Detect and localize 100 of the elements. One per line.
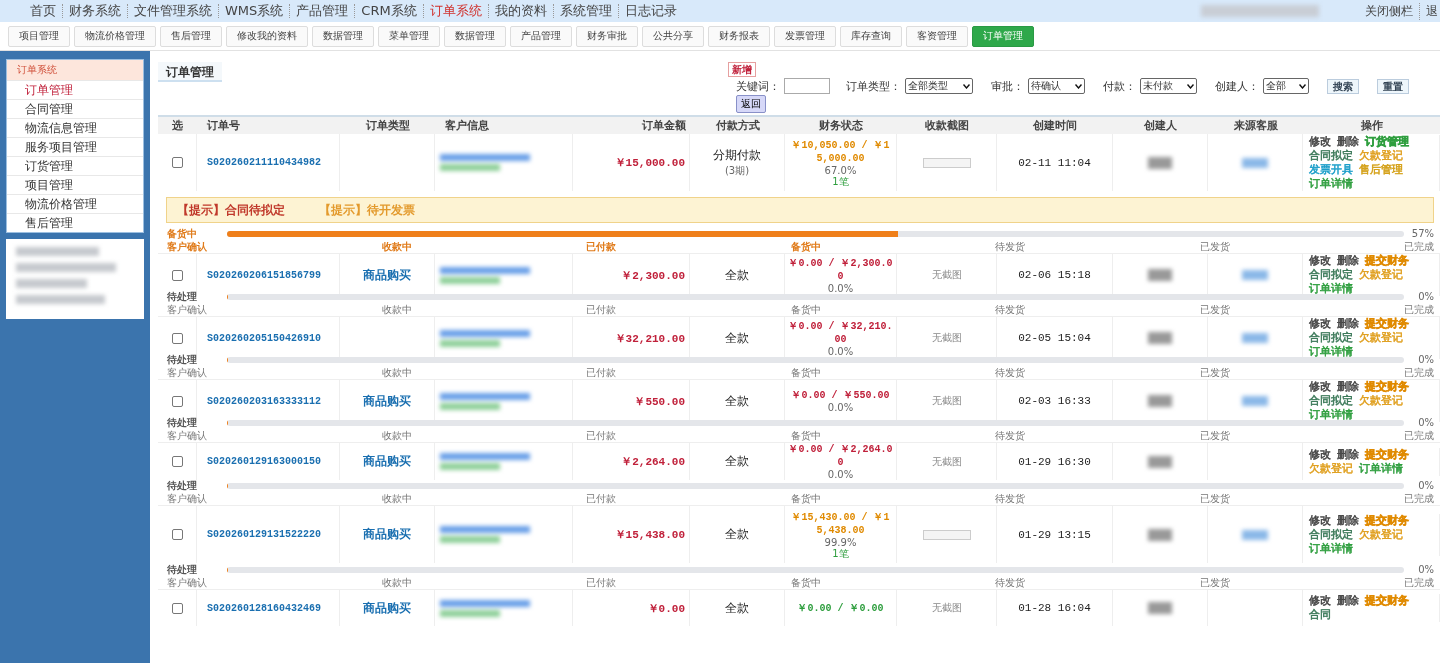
toolbar-button[interactable]: 修改我的资料 [226,25,308,47]
order-type: 商品购买 [363,266,411,284]
action-link[interactable]: 修改 [1309,513,1331,528]
action-link[interactable]: 订单详情 [1309,282,1353,296]
toolbar-button[interactable]: 客资管理 [906,25,968,47]
action-link[interactable]: 修改 [1309,594,1331,608]
caret-icon[interactable] [1075,83,1082,89]
back-button[interactable]: 返回 [736,95,766,113]
progress-step: 已发货 [1199,491,1230,506]
top-nav-link[interactable]: 我的资料 [487,4,553,18]
toolbar-button[interactable]: 售后管理 [160,25,222,47]
receipt-thumbnail[interactable] [922,157,971,168]
action-link[interactable]: 修改 [1309,254,1331,268]
action-link[interactable]: 订单详情 [1309,408,1353,422]
sidebar-item[interactable]: 物流价格管理 [7,194,143,213]
toolbar-button[interactable]: 项目管理 [8,25,70,47]
row-checkbox[interactable] [171,456,183,467]
action-link[interactable]: 订单详情 [1359,461,1403,476]
order-number-link[interactable]: S020260129163000150 [207,456,322,467]
action-link[interactable]: 合同 [1309,608,1331,622]
action-link[interactable]: 合同拟定 [1309,331,1353,345]
sidebar-item[interactable]: 订单管理 [7,80,143,99]
row-checkbox[interactable] [171,602,183,614]
row-checkbox[interactable] [171,157,183,168]
order-number-link[interactable]: S020260128160432469 [207,602,322,614]
sidebar-item[interactable]: 售后管理 [7,213,143,232]
top-nav-link[interactable]: 首页 [24,4,62,18]
order-number-link[interactable]: S020260206151856799 [207,269,322,281]
toolbar-button[interactable]: 菜单管理 [378,25,440,47]
keyword-field[interactable] [784,78,830,94]
top-nav-link[interactable]: 订单系统 [422,4,488,18]
top-nav-link[interactable]: WMS系统 [218,4,290,18]
row-checkbox[interactable] [171,395,183,407]
row-checkbox[interactable] [171,332,183,344]
action-link[interactable]: 删除 [1337,317,1359,331]
action-link[interactable]: 修改 [1309,447,1331,462]
filter-select[interactable]: 全部类型 [905,78,973,94]
filter-select[interactable]: 全部 [1263,78,1309,94]
action-link[interactable]: 修改 [1309,380,1331,394]
progress-step: 待发货 [995,365,1025,380]
filter-select[interactable]: 待确认 [1028,78,1085,94]
top-nav-link[interactable]: 财务系统 [62,4,127,18]
new-button[interactable]: 新增 [728,62,756,77]
progress-step: 已发货 [1199,365,1230,380]
close-sidebar-link[interactable]: 关闭侧栏 [1365,2,1413,20]
order-number-link[interactable]: S020260129131522220 [207,529,322,540]
action-link[interactable]: 发票开具 [1309,162,1353,177]
order-number-link[interactable]: S020260203163333112 [207,395,322,407]
toolbar-button[interactable]: 财务审批 [576,25,638,47]
sidebar-item[interactable]: 物流信息管理 [7,118,143,137]
sidebar-item[interactable]: 服务项目管理 [7,137,143,156]
action-link[interactable]: 订单详情 [1309,176,1353,191]
search-button[interactable]: 搜索 [1327,78,1359,94]
progress-percent: 0% [1417,291,1434,302]
progress-step: 收款中 [381,365,412,380]
action-link[interactable]: 删除 [1337,134,1359,149]
action-link[interactable]: 删除 [1337,254,1359,268]
toolbar-button[interactable]: 数据管理 [444,25,506,47]
action-link[interactable]: 订单详情 [1309,345,1353,359]
action-link[interactable]: 删除 [1337,447,1359,462]
progress-step: 已发货 [1199,239,1230,254]
caret-icon[interactable] [1299,83,1306,89]
sidebar-item[interactable]: 订货管理 [7,156,143,175]
sidebar-item[interactable]: 项目管理 [7,175,143,194]
action-link[interactable]: 合同拟定 [1309,268,1353,282]
action-link[interactable]: 删除 [1337,513,1359,528]
row-checkbox[interactable] [171,269,183,281]
order-number-link[interactable]: S020260211110434982 [207,157,322,168]
toolbar-button[interactable]: 产品管理 [510,25,572,47]
action-link[interactable]: 订货管理 [1365,134,1409,149]
action-link[interactable]: 订单详情 [1309,541,1353,556]
action-link[interactable]: 修改 [1309,134,1331,149]
caret-icon[interactable] [963,83,970,89]
toolbar-button[interactable]: 发票管理 [774,25,836,47]
action-link[interactable]: 删除 [1337,594,1359,608]
top-nav-link[interactable]: 产品管理 [289,4,355,18]
top-nav-link[interactable]: 日志记录 [617,4,683,18]
action-link[interactable]: 修改 [1309,317,1331,331]
sidebar-item[interactable]: 合同管理 [7,99,143,118]
toolbar-button[interactable]: 库存查询 [840,25,902,47]
action-link[interactable]: 删除 [1337,380,1359,394]
receipt-thumbnail[interactable] [922,529,971,540]
top-nav-link[interactable]: CRM系统 [354,4,423,18]
action-link[interactable]: 合同拟定 [1309,527,1353,542]
progress-step: 客户确认 [167,302,207,317]
toolbar-button[interactable]: 财务报表 [708,25,770,47]
row-checkbox[interactable] [171,529,183,540]
action-link[interactable]: 合同拟定 [1309,148,1353,163]
toolbar-button[interactable]: 物流价格管理 [74,25,156,47]
exit-link[interactable]: 退 [1419,2,1438,20]
action-link[interactable]: 合同拟定 [1309,394,1353,408]
toolbar-button[interactable]: 数据管理 [312,25,374,47]
top-nav-link[interactable]: 系统管理 [552,4,618,18]
caret-icon[interactable] [1187,83,1194,89]
order-number-link[interactable]: S020260205150426910 [207,332,322,344]
filter-select[interactable]: 未付款 [1140,78,1197,94]
progress-step: 收款中 [381,239,412,254]
toolbar-button[interactable]: 公共分享 [642,25,704,47]
top-nav-link[interactable]: 文件管理系统 [127,4,218,18]
reset-button[interactable]: 重置 [1377,78,1409,94]
